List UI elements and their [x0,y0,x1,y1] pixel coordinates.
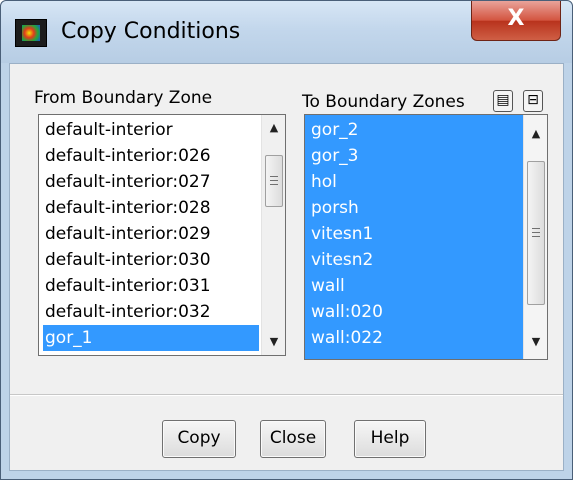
dialog-body: From Boundary Zone default-interior defau… [9,63,564,471]
scroll-down-arrow-icon[interactable]: ▼ [524,331,547,353]
to-list-items: gor_2 gor_3 hol porsh vitesn1 vitesn2 wall wall… [309,117,521,351]
list-item[interactable]: default-interior [43,117,259,143]
copy-button[interactable]: Copy [162,420,236,458]
separator [10,394,563,396]
list-item[interactable]: default-interior:026 [43,143,259,169]
list-item[interactable]: gor_2 [309,117,521,143]
close-window-icon[interactable]: X [471,1,561,41]
to-boundary-zones-list[interactable]: gor_2 gor_3 hol porsh vitesn1 vitesn2 wall wall… [304,114,548,360]
to-list-scrollbar[interactable]: ▲ ▼ [523,115,547,359]
list-item[interactable]: vitesn1 [309,221,521,247]
list-item[interactable]: default-interior:027 [43,169,259,195]
window-title: Copy Conditions [61,19,241,44]
list-item[interactable]: vitesn2 [309,247,521,273]
from-boundary-zone-label: From Boundary Zone [34,88,213,108]
scroll-down-arrow-icon[interactable]: ▼ [262,331,285,353]
list-item[interactable]: gor_1 [43,325,259,351]
list-item[interactable]: gor_3 [309,143,521,169]
list-item[interactable]: wall [309,273,521,299]
scroll-up-arrow-icon[interactable]: ▲ [524,123,547,145]
select-all-icon[interactable]: ▤ [493,90,513,112]
title-bar[interactable]: Copy Conditions X [1,1,572,63]
from-list-items: default-interior default-interior:026 defa… [43,117,259,351]
list-item[interactable]: default-interior:032 [43,299,259,325]
close-button[interactable]: Close [260,420,326,458]
list-item[interactable]: default-interior:028 [43,195,259,221]
list-item[interactable]: wall:022 [309,325,521,351]
app-icon [15,19,47,47]
help-button[interactable]: Help [354,420,426,458]
to-boundary-zones-label: To Boundary Zones [302,92,465,112]
list-item[interactable]: default-interior:029 [43,221,259,247]
list-item[interactable]: default-interior:031 [43,273,259,299]
list-item[interactable]: wall:020 [309,299,521,325]
list-item[interactable]: hol [309,169,521,195]
scroll-thumb[interactable] [265,155,283,207]
copy-conditions-window: Copy Conditions X From Boundary Zone def… [0,0,573,480]
from-boundary-zone-list[interactable]: default-interior default-interior:026 defa… [38,114,286,356]
list-item[interactable]: default-interior:030 [43,247,259,273]
from-list-scrollbar[interactable]: ▲ ▼ [261,115,285,355]
scroll-thumb[interactable] [527,161,545,305]
deselect-all-icon[interactable]: ⊟ [523,90,543,112]
scroll-up-arrow-icon[interactable]: ▲ [262,117,285,139]
list-item[interactable]: porsh [309,195,521,221]
